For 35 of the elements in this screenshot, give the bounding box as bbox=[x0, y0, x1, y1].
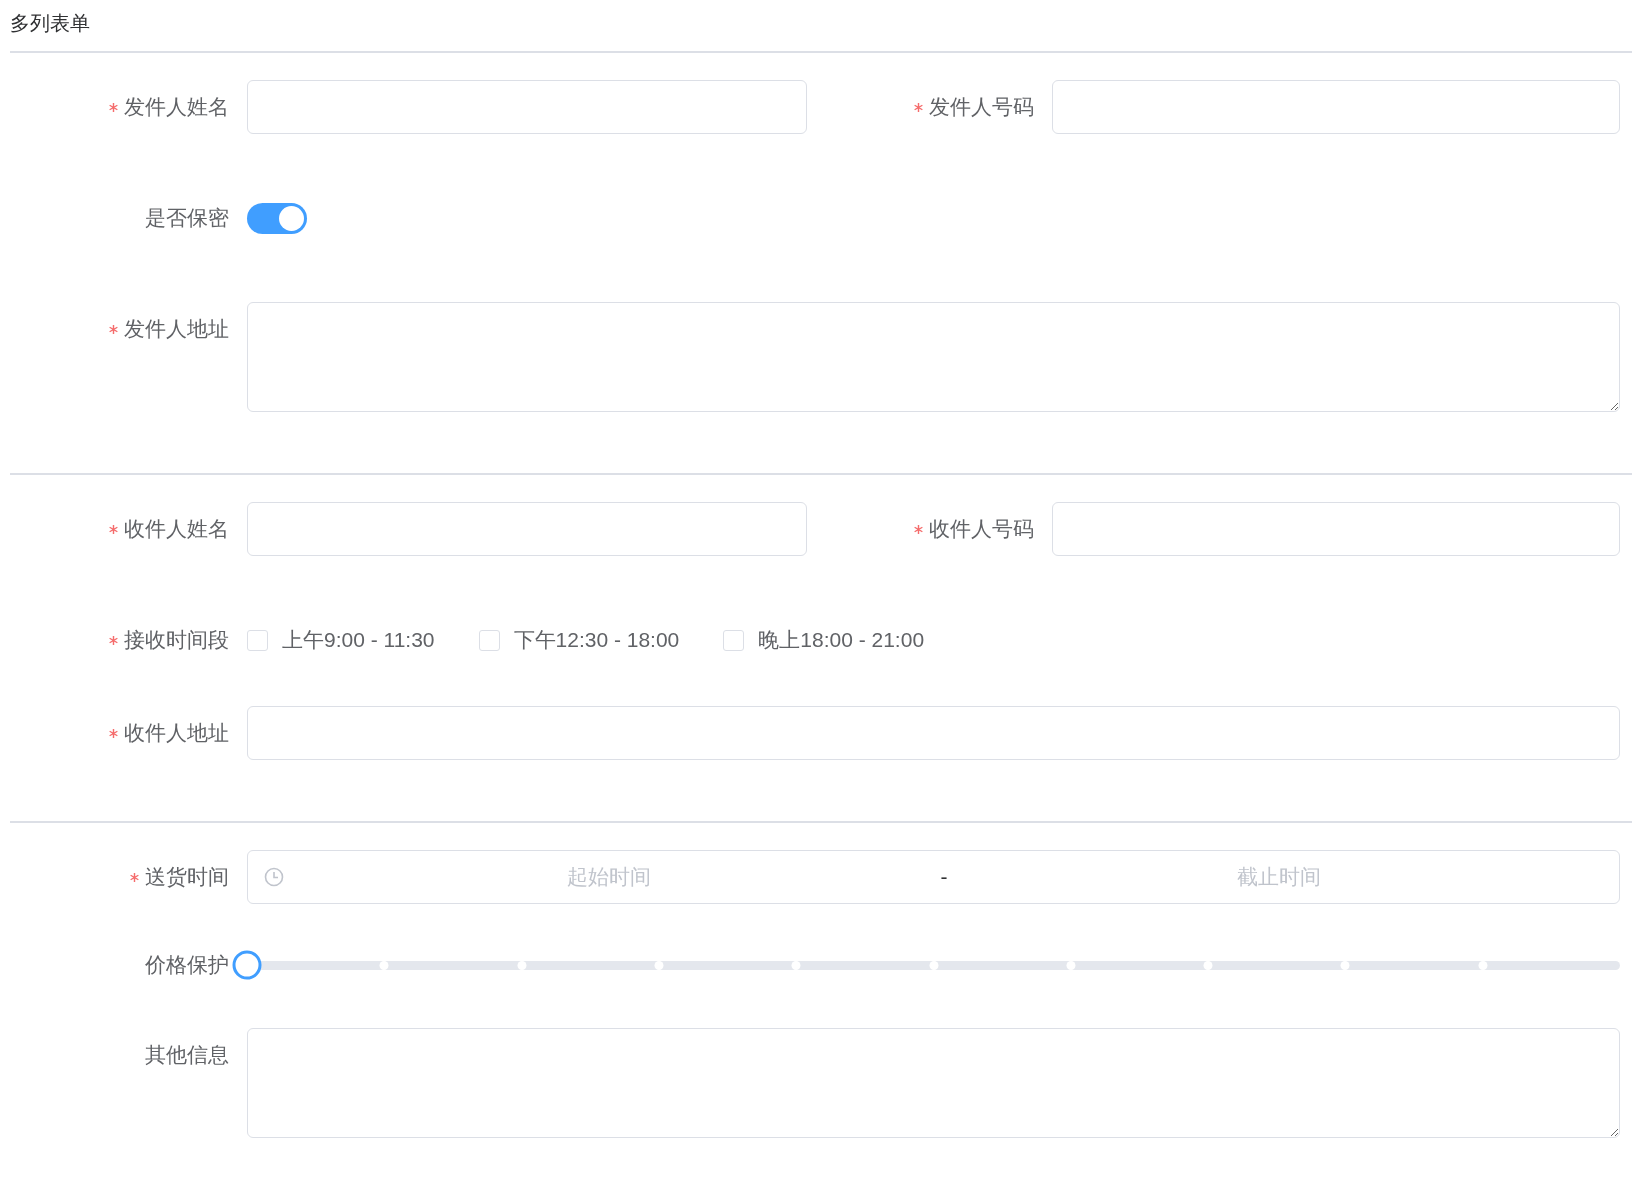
end-time-input[interactable]: 截止时间 bbox=[953, 864, 1604, 890]
field-label: 接收时间段 bbox=[124, 627, 229, 653]
field-label: 发件人号码 bbox=[929, 94, 1034, 120]
time-range-picker[interactable]: 起始时间 - 截止时间 bbox=[247, 850, 1620, 904]
field-label: 发件人姓名 bbox=[124, 94, 229, 120]
slider-stop bbox=[379, 960, 389, 970]
slider-stop bbox=[654, 960, 664, 970]
slider-handle[interactable] bbox=[232, 950, 262, 980]
field-label: 价格保护 bbox=[145, 952, 229, 978]
slider-stop bbox=[1478, 960, 1488, 970]
toggle-switch[interactable] bbox=[247, 202, 307, 234]
checkbox[interactable] bbox=[247, 629, 268, 651]
field-label: 收件人姓名 bbox=[124, 516, 229, 542]
form-title: 多列表单 bbox=[10, 11, 91, 36]
slider-stop bbox=[1203, 960, 1213, 970]
slider-stop bbox=[1066, 960, 1076, 970]
field-label: 收件人地址 bbox=[124, 720, 229, 746]
range-separator: - bbox=[939, 865, 949, 889]
checkbox[interactable] bbox=[478, 629, 500, 651]
field-label: 收件人号码 bbox=[929, 516, 1034, 542]
field-label: 发件人地址 bbox=[124, 316, 229, 342]
slider-stop bbox=[517, 960, 527, 970]
field-label: 是否保密 bbox=[145, 205, 229, 231]
field-label: 送货时间 bbox=[145, 864, 229, 890]
slider[interactable] bbox=[232, 950, 1620, 980]
checkbox-label[interactable]: 上午9:00 - 11:30 bbox=[282, 626, 435, 654]
slider-stop bbox=[1340, 960, 1350, 970]
clock-icon bbox=[264, 867, 284, 887]
checkbox-label[interactable]: 晚上18:00 - 21:00 bbox=[758, 626, 925, 654]
checkbox[interactable] bbox=[723, 629, 745, 651]
slider-stop bbox=[791, 960, 801, 970]
slider-stop bbox=[929, 960, 938, 970]
checkbox-label[interactable]: 下午12:30 - 18:00 bbox=[513, 626, 680, 654]
start-time-input[interactable]: 起始时间 bbox=[284, 864, 935, 890]
field-label: 其他信息 bbox=[145, 1042, 229, 1068]
